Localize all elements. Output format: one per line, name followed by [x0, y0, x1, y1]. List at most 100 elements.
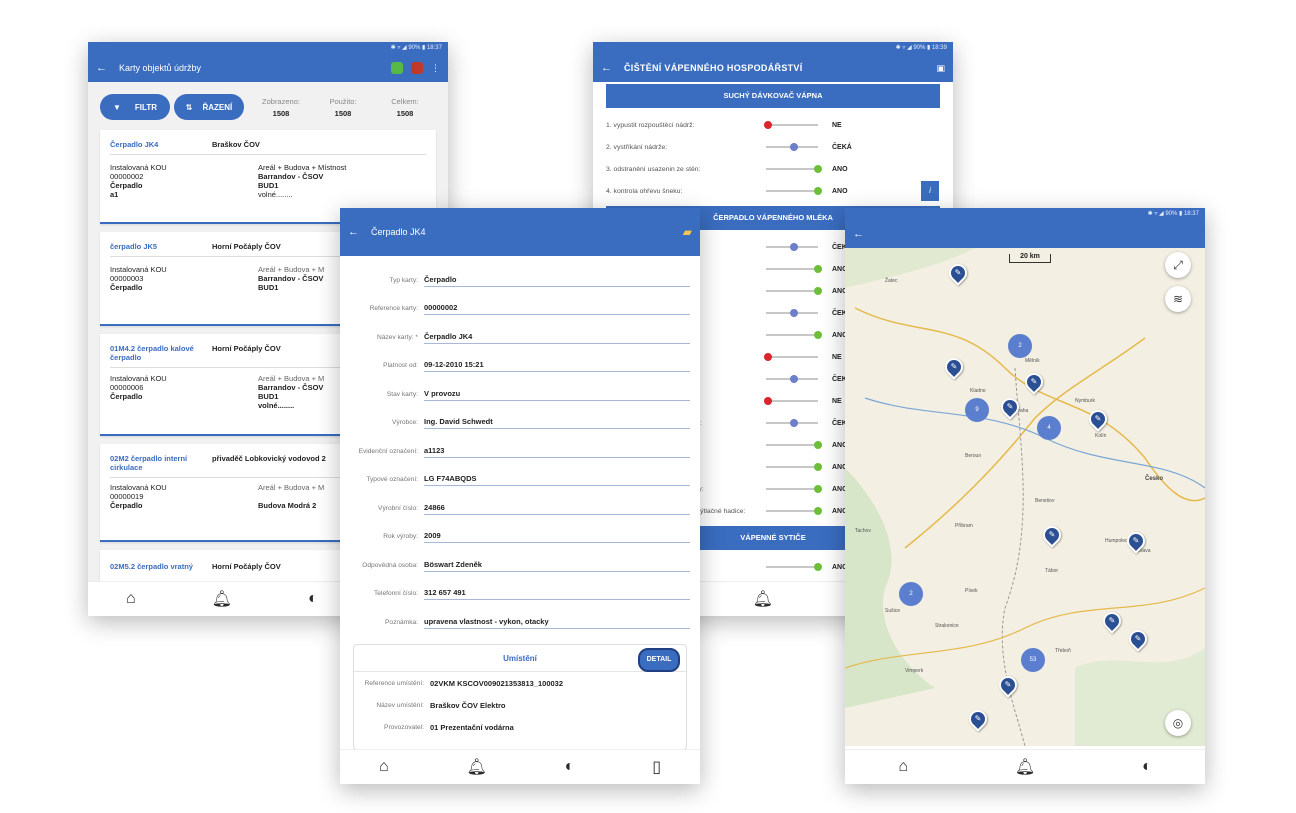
marker-cluster[interactable]: 9	[965, 398, 989, 422]
slider-thumb[interactable]	[814, 462, 822, 471]
field-value[interactable]: LG F74ABQDS	[424, 474, 690, 486]
tri-state-slider[interactable]	[766, 142, 818, 151]
field-value[interactable]: Ing. David Schwedt	[424, 417, 690, 429]
tri-state-slider[interactable]	[766, 186, 822, 195]
marker-cluster[interactable]: 53	[1021, 648, 1045, 672]
form-row: Reference karty: 00000002	[340, 287, 690, 315]
field-value[interactable]: 2009	[424, 531, 690, 543]
form-row: Název karty: * Čerpadlo JK4	[340, 315, 690, 344]
tri-state-slider[interactable]	[764, 352, 818, 361]
field-label: Rok výroby:	[383, 533, 418, 540]
tri-state-slider[interactable]	[766, 286, 822, 295]
slider-thumb[interactable]	[790, 374, 798, 383]
home-icon[interactable]: ⌂	[379, 758, 389, 776]
field-value[interactable]: 312 657 491	[424, 588, 690, 600]
field-value[interactable]: Čerpadlo JK4	[424, 332, 690, 344]
slider-thumb[interactable]	[790, 308, 798, 317]
slider-thumb[interactable]	[814, 506, 822, 515]
slider-thumb[interactable]	[790, 242, 798, 251]
tri-state-slider[interactable]	[764, 396, 818, 405]
back-arrow-icon[interactable]: ←	[601, 62, 612, 74]
section-header: SUCHÝ DÁVKOVAČ VÁPNA	[606, 84, 940, 108]
tri-state-slider[interactable]	[766, 418, 818, 427]
field-value[interactable]: 09-12-2010 15:21	[424, 360, 690, 372]
sync-icon[interactable]	[391, 62, 403, 74]
slider-thumb[interactable]	[764, 396, 772, 405]
fullscreen-icon[interactable]: ⤢	[1165, 252, 1191, 278]
filter-button[interactable]: ▼ FILTR	[100, 94, 170, 120]
tri-state-slider[interactable]	[766, 484, 822, 493]
field-value[interactable]: Čerpadlo	[424, 275, 690, 287]
slider-thumb[interactable]	[790, 418, 798, 427]
field-value[interactable]: Böswart Zdeněk	[424, 560, 690, 572]
sort-icon: ⇅	[185, 102, 193, 112]
location-row: Provozovatel: 01 Prezentační vodárna	[354, 716, 686, 738]
back-arrow-icon[interactable]: ←	[96, 62, 107, 74]
field-value[interactable]: 00000002	[424, 303, 690, 315]
app-bar: ← ČIŠTĚNÍ VÁPENNÉHO HOSPODÁŘSTVÍ ▣	[593, 54, 953, 82]
field-value[interactable]: V provozu	[424, 389, 690, 401]
back-arrow-icon[interactable]: ←	[853, 228, 864, 240]
tri-state-slider[interactable]	[766, 562, 822, 571]
home-icon[interactable]: ⌂	[898, 758, 908, 776]
field-value[interactable]: upravena vlastnost - vykon, otacky	[424, 617, 690, 629]
layers-icon[interactable]: ≋	[1165, 286, 1191, 312]
slider-thumb[interactable]	[814, 286, 822, 295]
card-title: 02M5.2 čerpadlo vratný	[110, 562, 193, 571]
tri-state-slider[interactable]	[766, 506, 822, 515]
marker-cluster[interactable]: 4	[1037, 416, 1061, 440]
tri-state-slider[interactable]	[766, 264, 822, 273]
marker-cluster[interactable]: 2	[1008, 334, 1032, 358]
sort-button[interactable]: ⇅ ŘAZENÍ	[174, 94, 244, 120]
slider-thumb[interactable]	[814, 186, 822, 195]
locate-icon[interactable]: ◎	[1165, 710, 1191, 736]
tri-state-slider[interactable]	[766, 374, 818, 383]
tri-state-slider[interactable]	[766, 242, 818, 251]
save-icon[interactable]	[411, 62, 423, 74]
field-value[interactable]: a1123	[424, 446, 690, 458]
map-icon[interactable]: ▯	[652, 757, 661, 777]
tri-state-slider[interactable]	[766, 462, 822, 471]
slider-thumb[interactable]	[814, 264, 822, 273]
map-view[interactable]: 20 km Žatec Kladno Praha Mělník Beroun P…	[845, 248, 1205, 746]
tri-state-slider[interactable]	[766, 164, 822, 173]
save-icon[interactable]: ▣	[936, 63, 945, 74]
slider-thumb[interactable]	[814, 440, 822, 449]
town-label: Nymburk	[1075, 398, 1096, 404]
bell-icon[interactable]: 🔔︎	[466, 757, 486, 777]
contrast-icon[interactable]: ◐	[565, 758, 575, 776]
checklist-value: NE	[832, 121, 842, 129]
bell-icon[interactable]: 🔔︎	[1015, 757, 1035, 777]
more-icon[interactable]: ⋮	[431, 63, 440, 74]
status-bar: ✱ ▿ ◢ 90% ▮ 18:37	[88, 42, 448, 54]
slider-thumb[interactable]	[814, 484, 822, 493]
contrast-icon[interactable]: ◐	[308, 590, 318, 608]
home-icon[interactable]: ⌂	[126, 590, 136, 608]
tri-state-slider[interactable]	[764, 120, 818, 129]
bell-icon[interactable]: 🔔︎	[212, 589, 232, 609]
detail-button[interactable]: DETAIL	[638, 648, 680, 672]
folder-icon[interactable]: ▰	[683, 225, 692, 239]
card-field: Barrandov - ČSOV	[258, 172, 324, 181]
marker-cluster[interactable]: 2	[899, 582, 923, 606]
location-title: Umístění	[503, 653, 537, 663]
field-value[interactable]: 24866	[424, 503, 690, 515]
back-arrow-icon[interactable]: ←	[348, 226, 359, 238]
slider-thumb[interactable]	[814, 164, 822, 173]
card-field: Instalovaná KOU	[110, 163, 167, 172]
tri-state-slider[interactable]	[766, 440, 822, 449]
slider-thumb[interactable]	[814, 562, 822, 571]
tri-state-slider[interactable]	[766, 308, 818, 317]
bell-icon[interactable]: 🔔︎	[753, 589, 773, 609]
form-row: Platnost od: 09-12-2010 15:21	[340, 344, 690, 372]
field-label: Odpovědná osoba:	[362, 561, 418, 569]
card-field: Areál + Budova + M	[258, 374, 325, 383]
contrast-icon[interactable]: ◐	[1142, 758, 1152, 776]
slider-thumb[interactable]	[814, 330, 822, 339]
slider-thumb[interactable]	[790, 142, 798, 151]
tri-state-slider[interactable]	[766, 330, 822, 339]
slider-thumb[interactable]	[764, 120, 772, 129]
slider-thumb[interactable]	[764, 352, 772, 361]
info-button[interactable]: i	[921, 181, 939, 201]
filter-bar: ▼ FILTR ⇅ ŘAZENÍ Zobrazeno: 1508 Použito: 15…	[88, 82, 448, 130]
